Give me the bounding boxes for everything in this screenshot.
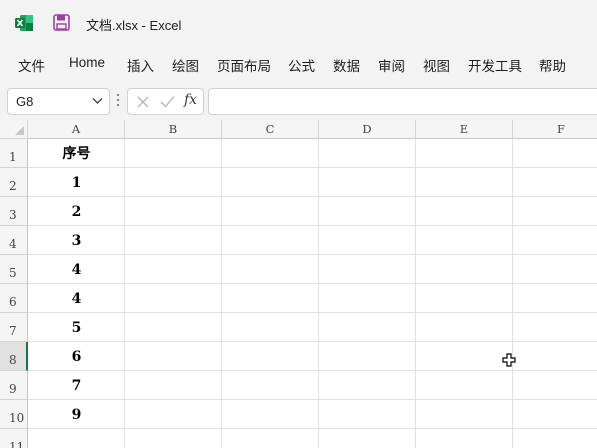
row-header-3[interactable]: 3 bbox=[0, 197, 28, 226]
insert-function-icon[interactable]: fx bbox=[184, 92, 197, 108]
check-icon[interactable] bbox=[160, 95, 175, 108]
gridline bbox=[221, 139, 222, 448]
menu-help[interactable]: 帮助 bbox=[539, 55, 566, 75]
cell-a6[interactable]: 4 bbox=[28, 284, 125, 313]
row-header-label: 10 bbox=[9, 411, 25, 425]
menu-insert[interactable]: 插入 bbox=[127, 55, 154, 75]
select-all-corner[interactable] bbox=[0, 120, 28, 139]
row-header-4[interactable]: 4 bbox=[0, 226, 28, 255]
window-title: 文档.xlsx - Excel bbox=[86, 18, 182, 33]
cell-a8[interactable]: 6 bbox=[28, 342, 125, 371]
save-icon[interactable] bbox=[53, 14, 70, 31]
menu-file[interactable]: 文件 bbox=[18, 55, 45, 75]
row-header-2[interactable]: 2 bbox=[0, 168, 28, 197]
menu-review[interactable]: 审阅 bbox=[378, 55, 405, 75]
excel-logo-icon bbox=[15, 15, 33, 31]
cell-a3[interactable]: 2 bbox=[28, 197, 125, 226]
formula-input[interactable] bbox=[208, 88, 597, 115]
formula-bar: G8 fx bbox=[0, 82, 597, 120]
name-box[interactable]: G8 bbox=[7, 88, 110, 115]
cell-a10[interactable]: 9 bbox=[28, 400, 125, 429]
select-all-icon bbox=[15, 126, 24, 135]
col-header-c[interactable]: C bbox=[222, 120, 319, 139]
gridline bbox=[318, 139, 319, 448]
menu-data[interactable]: 数据 bbox=[333, 55, 360, 75]
col-header-b[interactable]: B bbox=[125, 120, 222, 139]
row-header-11[interactable]: 11 bbox=[0, 429, 28, 448]
gridline bbox=[512, 139, 513, 448]
cell-a7[interactable]: 5 bbox=[28, 313, 125, 342]
row-header-label: 2 bbox=[9, 179, 17, 193]
more-options-icon[interactable] bbox=[116, 93, 120, 107]
cell-a4[interactable]: 3 bbox=[28, 226, 125, 255]
row-header-label: 5 bbox=[9, 266, 17, 280]
name-box-value: G8 bbox=[16, 94, 34, 109]
col-header-d[interactable]: D bbox=[319, 120, 416, 139]
col-header-f[interactable]: F bbox=[513, 120, 597, 139]
sheet-grid[interactable]: A B C D E F 1 2 3 4 5 6 7 8 9 10 11 序号 1… bbox=[0, 120, 597, 448]
row-header-8[interactable]: 8 bbox=[0, 342, 28, 371]
row-header-label: 1 bbox=[9, 150, 17, 164]
row-header-label: 7 bbox=[9, 324, 17, 338]
row-header-10[interactable]: 10 bbox=[0, 400, 28, 429]
cancel-icon[interactable] bbox=[137, 96, 149, 108]
row-header-7[interactable]: 7 bbox=[0, 313, 28, 342]
cell-a1[interactable]: 序号 bbox=[28, 139, 125, 168]
row-header-1[interactable]: 1 bbox=[0, 139, 28, 168]
cell-a9[interactable]: 7 bbox=[28, 371, 125, 400]
menu-developer[interactable]: 开发工具 bbox=[468, 55, 522, 75]
row-header-label: 11 bbox=[9, 440, 25, 448]
chevron-down-icon[interactable] bbox=[92, 97, 103, 105]
menu-page-layout[interactable]: 页面布局 bbox=[217, 55, 271, 75]
cell-a5[interactable]: 4 bbox=[28, 255, 125, 284]
cell-a2[interactable]: 1 bbox=[28, 168, 125, 197]
row-header-label: 9 bbox=[9, 382, 17, 396]
col-header-e[interactable]: E bbox=[416, 120, 513, 139]
gridline bbox=[415, 139, 416, 448]
row-header-label: 6 bbox=[9, 295, 17, 309]
title-bar: 文档.xlsx - Excel bbox=[0, 0, 597, 46]
menu-bar: 文件 Home 插入 绘图 页面布局 公式 数据 审阅 视图 开发工具 帮助 bbox=[0, 46, 597, 82]
menu-formulas[interactable]: 公式 bbox=[288, 55, 315, 75]
menu-home[interactable]: Home bbox=[69, 55, 105, 70]
row-header-label: 8 bbox=[9, 353, 17, 367]
menu-view[interactable]: 视图 bbox=[423, 55, 450, 75]
row-header-5[interactable]: 5 bbox=[0, 255, 28, 284]
col-header-a[interactable]: A bbox=[28, 120, 125, 139]
row-header-9[interactable]: 9 bbox=[0, 371, 28, 400]
row-header-label: 3 bbox=[9, 208, 17, 222]
row-header-label: 4 bbox=[9, 237, 17, 251]
cell-select-cursor-icon bbox=[502, 353, 516, 367]
menu-draw[interactable]: 绘图 bbox=[172, 55, 199, 75]
formula-tools: fx bbox=[127, 88, 204, 115]
row-header-6[interactable]: 6 bbox=[0, 284, 28, 313]
